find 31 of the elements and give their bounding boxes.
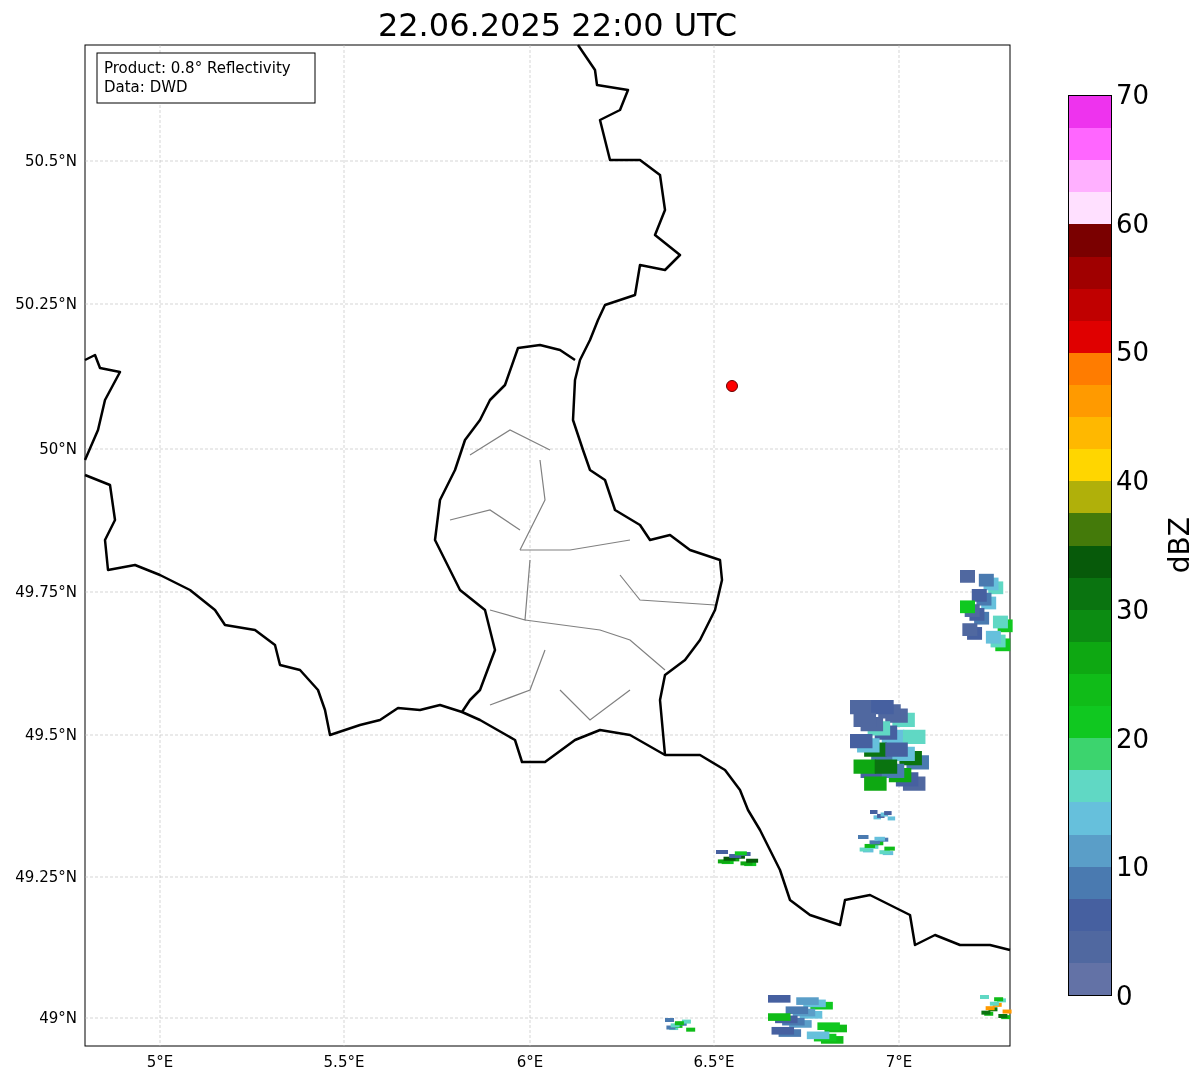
colorbar-tick-label: 0 [1116,981,1134,1010]
colorbar-label: dBZ [1163,517,1197,574]
radar-echo-drawing [716,850,759,867]
colorbar-tick-label: 20 [1116,724,1150,753]
longitude-label: 6°E [516,1053,544,1071]
latitude-label: 49.25°N [15,868,77,886]
latitude-label: 50.25°N [15,295,77,313]
info-text: Data: DWD [104,78,188,96]
longitude-label: 7°E [885,1053,913,1071]
latitude-label: 49.5°N [24,726,77,744]
chart-title: 22.06.2025 22:00 UTC [376,5,739,40]
colorbar-tick-label: 70 [1116,81,1150,109]
longitude-label: 5°E [146,1053,174,1071]
latitude-label: 49°N [39,1009,77,1027]
colorbar-tick-label: 10 [1116,853,1150,882]
canton-boundary [559,689,631,721]
latitude-label: 50.5°N [24,152,77,170]
radar-echo-drawing [858,835,895,856]
info-text: Product: 0.8° Reflectivity [104,59,291,77]
radar-echo-drawing [665,1018,696,1032]
longitude-label: 6.5°E [693,1053,735,1071]
colorbar-tick-label: 60 [1116,209,1150,238]
longitude-label: 5.5°E [323,1053,365,1071]
colorbar-tick-label: 50 [1116,338,1150,367]
radar-echo-drawing [980,995,1012,1020]
radar-echo-drawing [870,810,896,821]
latitude-label: 49.75°N [15,583,77,601]
colorbar-tick-label: 30 [1116,595,1150,624]
latitude-label: 50°N [39,440,77,458]
colorbar-tick-label: 40 [1116,467,1150,496]
radar-site-marker [726,380,738,392]
